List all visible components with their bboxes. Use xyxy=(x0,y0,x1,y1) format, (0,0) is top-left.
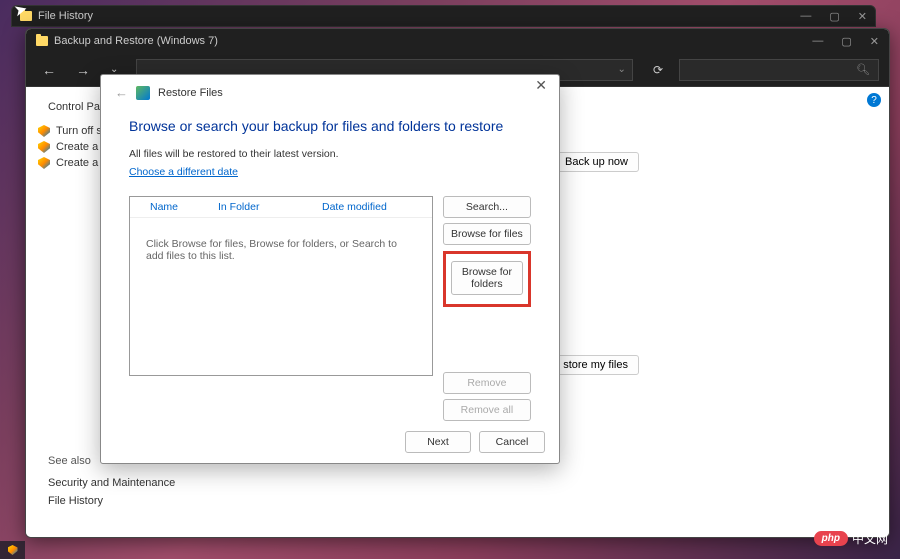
restore-files-dialog: ✕ ← Restore Files Browse or search your … xyxy=(100,74,560,464)
see-also-link-filehistory[interactable]: File History xyxy=(48,495,175,507)
remove-button: Remove xyxy=(443,372,531,394)
shield-icon xyxy=(38,141,50,153)
minimize-button[interactable]: — xyxy=(812,35,823,48)
highlight-annotation: Browse for folders xyxy=(443,251,531,307)
folder-icon xyxy=(20,11,32,21)
button-column: Search... Browse for files Browse for fo… xyxy=(443,196,531,421)
choose-date-link[interactable]: Choose a different date xyxy=(129,166,238,178)
remove-all-button: Remove all xyxy=(443,399,531,421)
back-arrow-icon[interactable]: ← xyxy=(36,60,62,80)
dialog-header: ← Restore Files xyxy=(101,75,559,102)
folder-icon xyxy=(36,36,48,46)
close-button[interactable]: ✕ xyxy=(858,10,867,23)
taskbar-fragment xyxy=(0,541,25,559)
win2-title: Backup and Restore (Windows 7) xyxy=(54,35,218,47)
browse-files-button[interactable]: Browse for files xyxy=(443,223,531,245)
file-list[interactable]: Name In Folder Date modified Click Brows… xyxy=(129,196,433,376)
close-button[interactable]: ✕ xyxy=(870,35,879,48)
column-name[interactable]: Name xyxy=(130,201,218,213)
forward-arrow-icon[interactable]: → xyxy=(70,60,96,80)
maximize-button[interactable]: ▢ xyxy=(841,35,851,48)
restore-my-files-button[interactable]: store my files xyxy=(552,355,639,375)
file-history-window-titlebar: File History — ▢ ✕ xyxy=(11,5,876,27)
search-button[interactable]: Search... xyxy=(443,196,531,218)
column-folder[interactable]: In Folder xyxy=(218,201,322,213)
maximize-button[interactable]: ▢ xyxy=(829,10,839,23)
dialog-body: Browse or search your backup for files a… xyxy=(101,102,559,421)
column-date[interactable]: Date modified xyxy=(322,201,432,213)
watermark: php 中文网 xyxy=(814,530,888,547)
shield-icon xyxy=(38,125,50,137)
minimize-button[interactable]: — xyxy=(800,10,811,23)
search-input[interactable]: 🔍︎ xyxy=(679,59,879,81)
dialog-heading: Browse or search your backup for files a… xyxy=(129,118,531,134)
win1-title: File History xyxy=(38,10,93,22)
shield-icon xyxy=(8,545,18,555)
see-also-link-security[interactable]: Security and Maintenance xyxy=(48,477,175,489)
cancel-button[interactable]: Cancel xyxy=(479,431,545,453)
dialog-subtext: All files will be restored to their late… xyxy=(129,148,531,160)
watermark-text: 中文网 xyxy=(852,530,888,547)
chevron-down-icon: ⌄ xyxy=(618,64,626,75)
next-button[interactable]: Next xyxy=(405,431,471,453)
list-header: Name In Folder Date modified xyxy=(130,197,432,218)
close-button[interactable]: ✕ xyxy=(529,77,553,94)
search-icon: 🔍︎ xyxy=(856,63,870,76)
refresh-icon[interactable]: ⟳ xyxy=(653,63,663,77)
back-arrow-icon[interactable]: ← xyxy=(115,85,128,100)
shield-icon xyxy=(38,157,50,169)
dialog-footer: Next Cancel xyxy=(405,431,545,453)
restore-icon xyxy=(136,86,150,100)
browse-folders-button[interactable]: Browse for folders xyxy=(451,261,523,295)
backup-now-button[interactable]: Back up now xyxy=(554,152,639,172)
win2-titlebar: Backup and Restore (Windows 7) — ▢ ✕ xyxy=(26,29,889,53)
watermark-pill: php xyxy=(814,531,848,546)
empty-list-text: Click Browse for files, Browse for folde… xyxy=(130,218,432,282)
help-icon[interactable]: ? xyxy=(867,93,881,107)
dialog-title: Restore Files xyxy=(158,87,223,99)
